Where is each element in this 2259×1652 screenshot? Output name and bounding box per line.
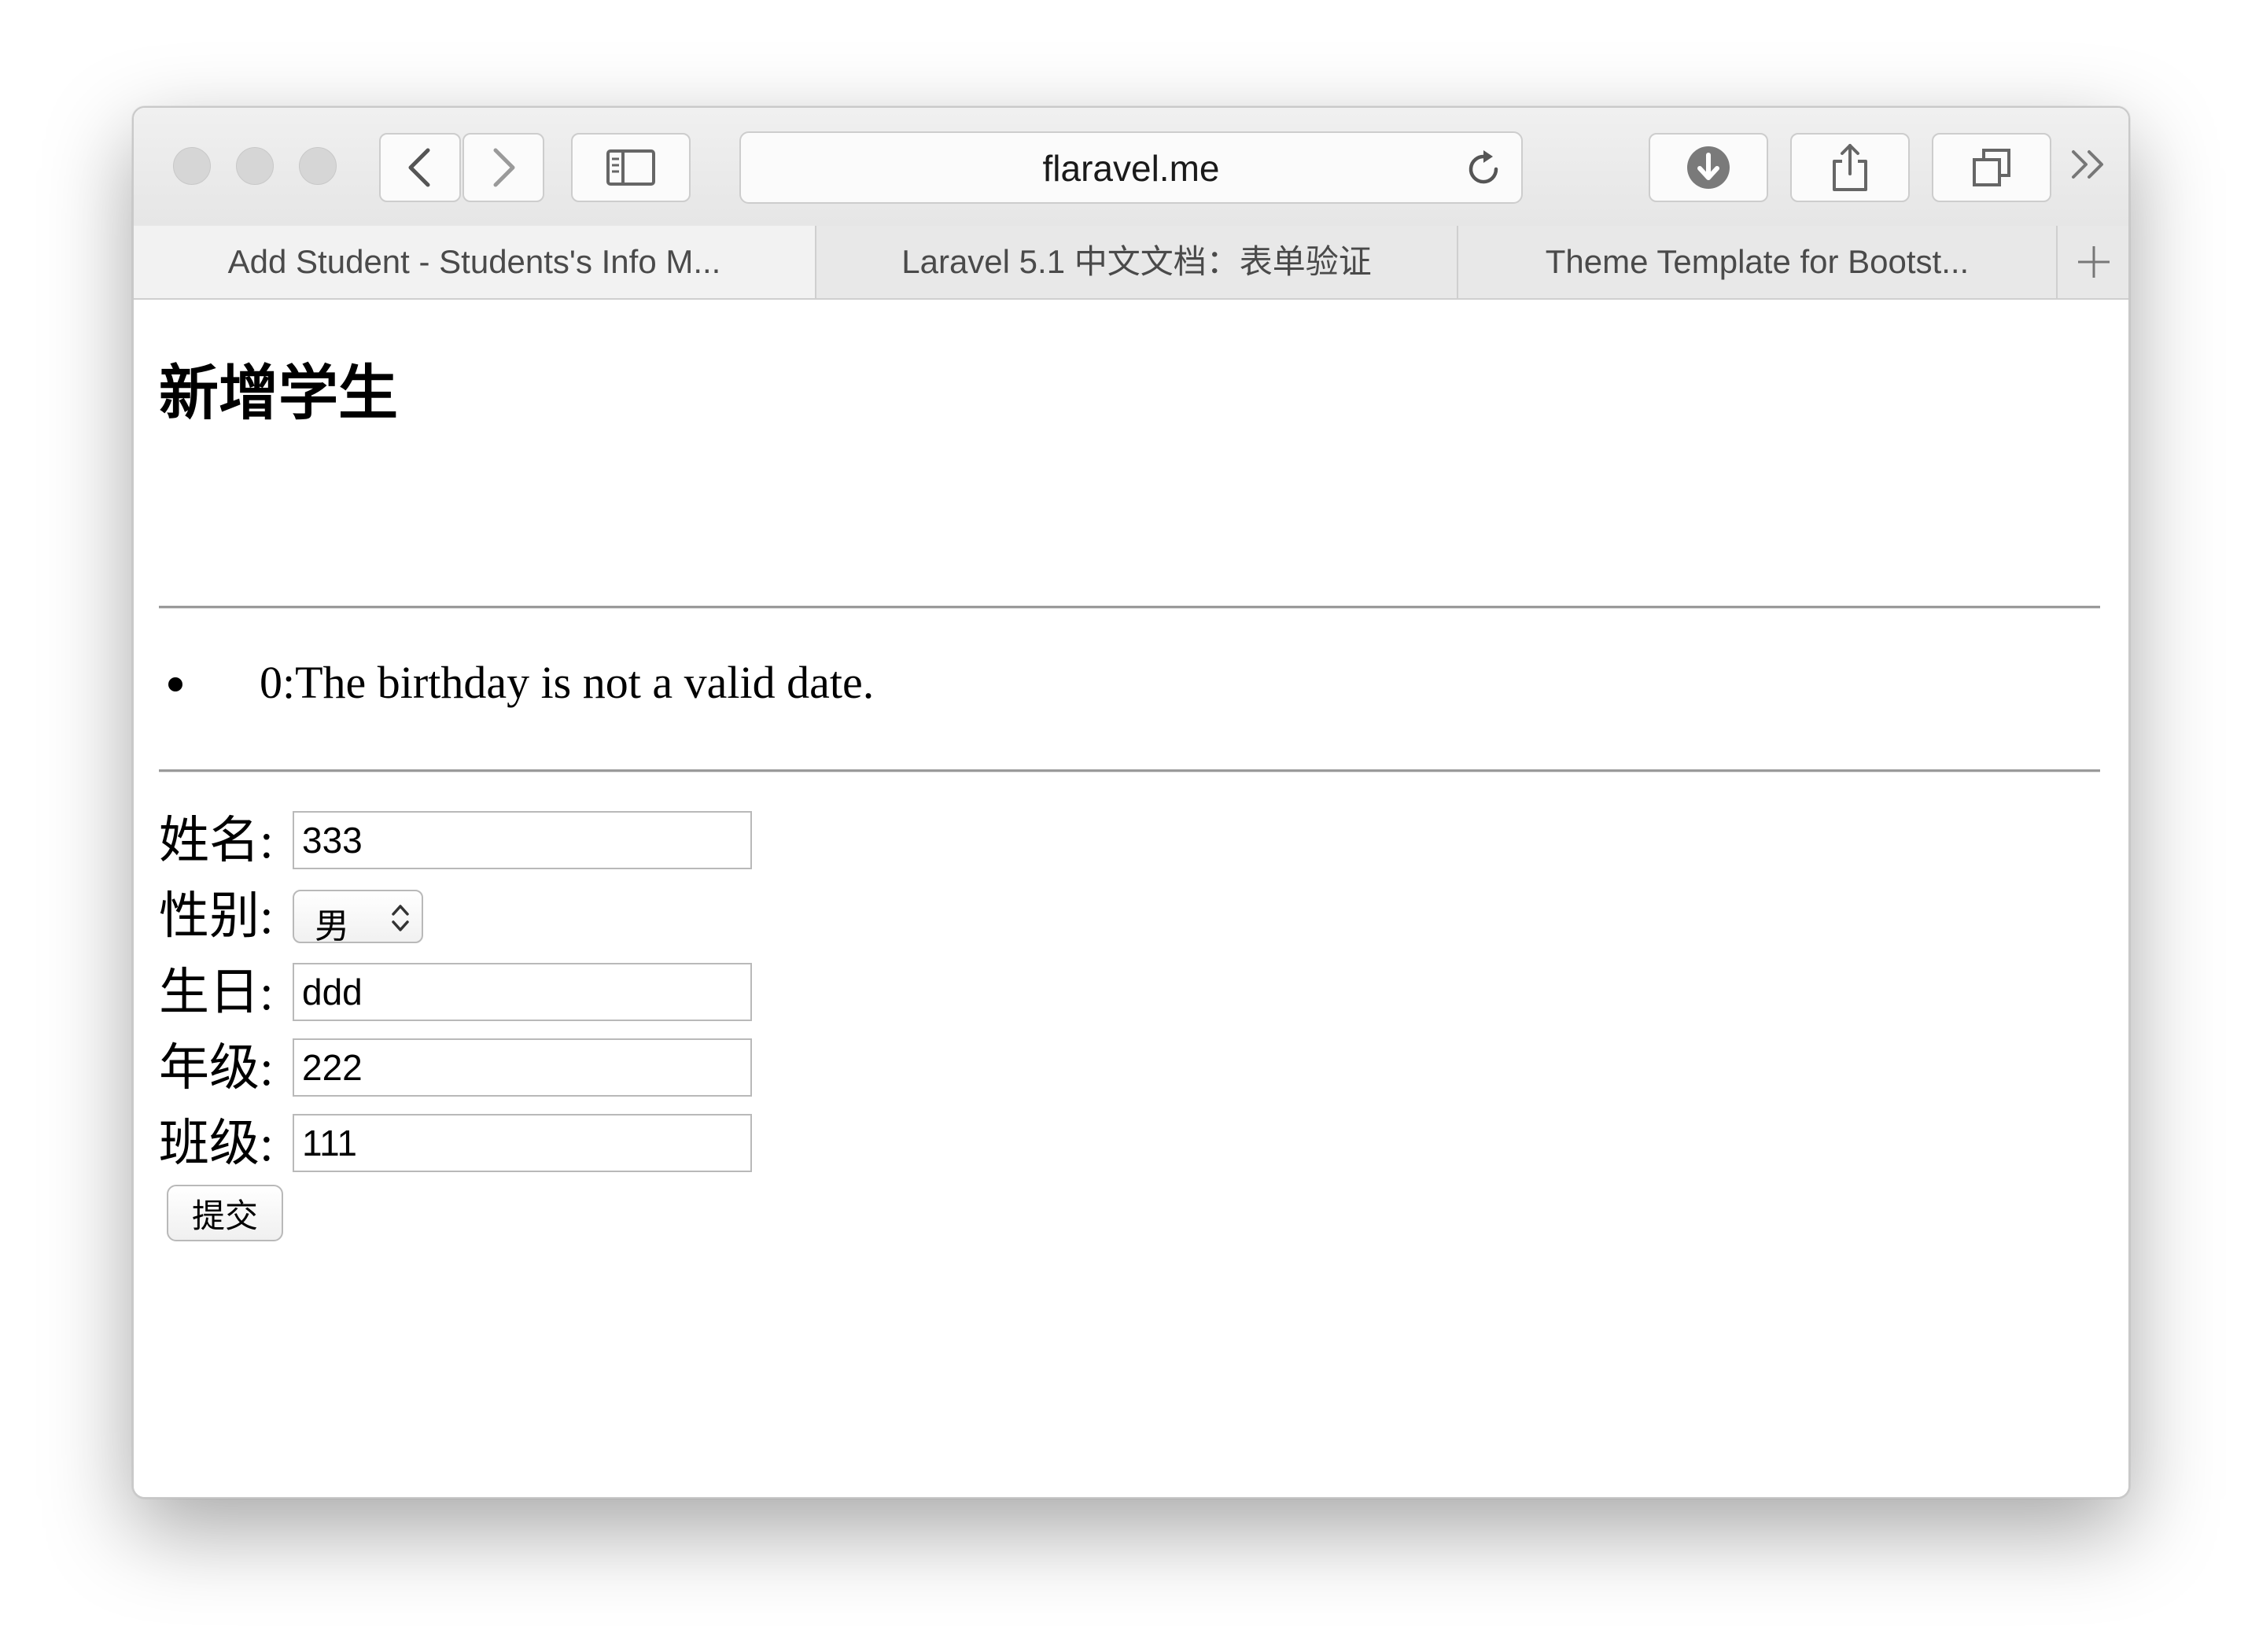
class-input[interactable]: [293, 1114, 752, 1172]
downloads-button[interactable]: [1649, 133, 1768, 202]
error-text: 0:The birthday is not a valid date.: [260, 657, 875, 708]
minimize-window-button[interactable]: [236, 147, 274, 185]
chevron-left-icon: [408, 148, 430, 187]
back-button[interactable]: [379, 133, 461, 202]
birthday-row: 生日:: [159, 963, 945, 1026]
grade-row: 年级:: [159, 1038, 945, 1101]
error-item: 0:The birthday is not a valid date.: [168, 657, 875, 708]
divider: [159, 769, 2100, 773]
bullet-icon: [168, 677, 182, 691]
sidebar-button[interactable]: [571, 133, 691, 202]
grade-label: 年级:: [159, 1040, 274, 1096]
class-label: 班级:: [159, 1115, 274, 1171]
gender-label: 性别:: [159, 888, 274, 944]
share-button[interactable]: [1790, 133, 1910, 202]
chevron-right-icon: [493, 148, 515, 187]
tab-add-student[interactable]: Add Student - Students's Info M...: [134, 226, 816, 298]
plus-icon: [2078, 246, 2110, 278]
show-all-tabs-button[interactable]: [1932, 133, 2051, 202]
reload-icon: [1469, 150, 1498, 184]
tab-theme-template[interactable]: Theme Template for Bootst...: [1458, 226, 2056, 298]
share-icon: [1833, 144, 1867, 191]
tabs-overview-icon: [1973, 149, 2010, 186]
name-input[interactable]: [293, 811, 752, 869]
tab-laravel-docs[interactable]: Laravel 5.1 中文文档：表单验证: [816, 226, 1458, 298]
gender-select[interactable]: 男: [293, 890, 423, 946]
name-row: 姓名:: [159, 811, 945, 874]
gender-row: 性别: 男: [159, 887, 945, 950]
page-content: 新增学生 0:The birthday is not a valid date.…: [134, 300, 2128, 1497]
toolbar-overflow-button[interactable]: [2067, 144, 2111, 189]
sidebar-icon: [606, 149, 655, 186]
tab-title: Theme Template for Bootst...: [1545, 243, 1970, 280]
address-bar[interactable]: flaravel.me: [739, 131, 1523, 204]
forward-button[interactable]: [462, 133, 544, 202]
double-chevron-right-icon: [2072, 150, 2103, 179]
download-icon: [1687, 146, 1730, 189]
name-label: 姓名:: [159, 813, 274, 868]
url-text: flaravel.me: [1042, 148, 1220, 189]
new-tab-button[interactable]: [2056, 226, 2128, 298]
class-row: 班级:: [159, 1114, 945, 1177]
close-window-button[interactable]: [173, 147, 211, 185]
divider: [159, 606, 2100, 609]
birthday-label: 生日:: [159, 964, 274, 1020]
reload-button[interactable]: [1461, 147, 1505, 195]
tab-title: Laravel 5.1 中文文档：表单验证: [901, 243, 1372, 280]
birthday-input[interactable]: [293, 963, 752, 1021]
browser-window: flaravel.me Add Student - Students's Inf…: [132, 106, 2130, 1499]
zoom-window-button[interactable]: [299, 147, 337, 185]
tab-bar: Add Student - Students's Info M... Larav…: [134, 226, 2128, 300]
submit-button[interactable]: 提交: [167, 1185, 283, 1241]
select-arrows-icon: [392, 905, 409, 931]
grade-input[interactable]: [293, 1038, 752, 1097]
page-title: 新增学生: [159, 361, 398, 427]
tab-title: Add Student - Students's Info M...: [227, 243, 721, 280]
error-list: 0:The birthday is not a valid date.: [168, 657, 875, 708]
gender-selected-value: 男: [315, 907, 349, 946]
browser-toolbar: flaravel.me: [134, 108, 2128, 227]
